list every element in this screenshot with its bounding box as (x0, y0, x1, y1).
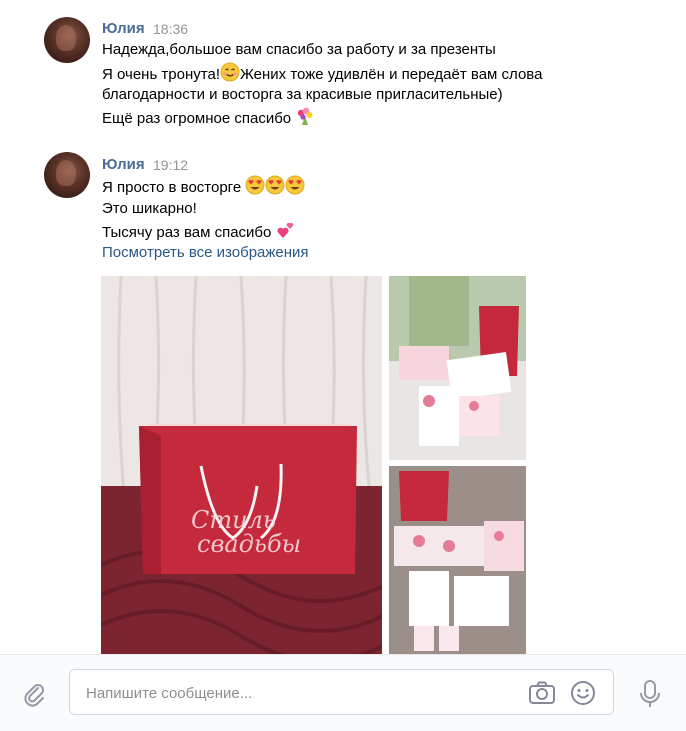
photo-gift-bag[interactable]: Стиль свадьбы (101, 276, 382, 654)
message-text-line: Надежда,большое вам спасибо за работу и … (102, 41, 496, 58)
bouquet-emoji (298, 107, 313, 125)
svg-text:свадьбы: свадьбы (197, 530, 301, 558)
message-text-fragment: Тысячу раз вам спасибо (102, 224, 272, 241)
heart-eyes-emoji (285, 175, 305, 195)
heart-eyes-emoji (265, 175, 285, 195)
message-author[interactable]: Юлия (102, 156, 145, 173)
message-text-fragment: Я очень тронута! (102, 66, 220, 83)
message-text-line: благодарности и восторга за красивые при… (102, 86, 503, 103)
message-text-line-3: Тысячу раз вам спасибо (102, 220, 296, 244)
paperclip-icon[interactable] (22, 682, 48, 708)
message-text-fragment: Ещё раз огромное спасибо (102, 110, 292, 127)
avatar[interactable] (44, 152, 90, 198)
message-text-line: Это шикарно! (102, 200, 197, 217)
message-input-box[interactable] (69, 669, 614, 715)
smiling-face-emoji (220, 62, 240, 82)
microphone-icon[interactable] (636, 679, 664, 709)
heart-eyes-emoji (245, 175, 265, 195)
avatar[interactable] (44, 17, 90, 63)
message-text-line-1: Я просто в восторге (102, 175, 305, 199)
message-author[interactable]: Юлия (102, 20, 145, 37)
camera-icon[interactable] (528, 680, 556, 706)
message-input[interactable] (84, 682, 508, 704)
message-text-fragment: Я просто в восторге (102, 179, 242, 196)
photo-gift-bag-scene: Стиль свадьбы (101, 276, 382, 654)
message-text-line-2: Я очень тронута! Жених тоже удивлён и пер… (102, 62, 542, 86)
smile-icon[interactable] (570, 680, 596, 706)
photo-invitations-window[interactable] (389, 276, 526, 460)
message-time[interactable]: 19:12 (153, 157, 188, 173)
message-composer (0, 654, 686, 731)
two-hearts-emoji (276, 222, 293, 238)
message-text-fragment: Жених тоже удивлён и передаёт вам слова (240, 66, 543, 83)
message-time[interactable]: 18:36 (153, 21, 188, 37)
message-text-line-5: Ещё раз огромное спасибо (102, 106, 315, 130)
view-all-images-link[interactable]: Посмотреть все изображения (102, 244, 309, 261)
photo-invitations-floor[interactable] (389, 466, 526, 654)
